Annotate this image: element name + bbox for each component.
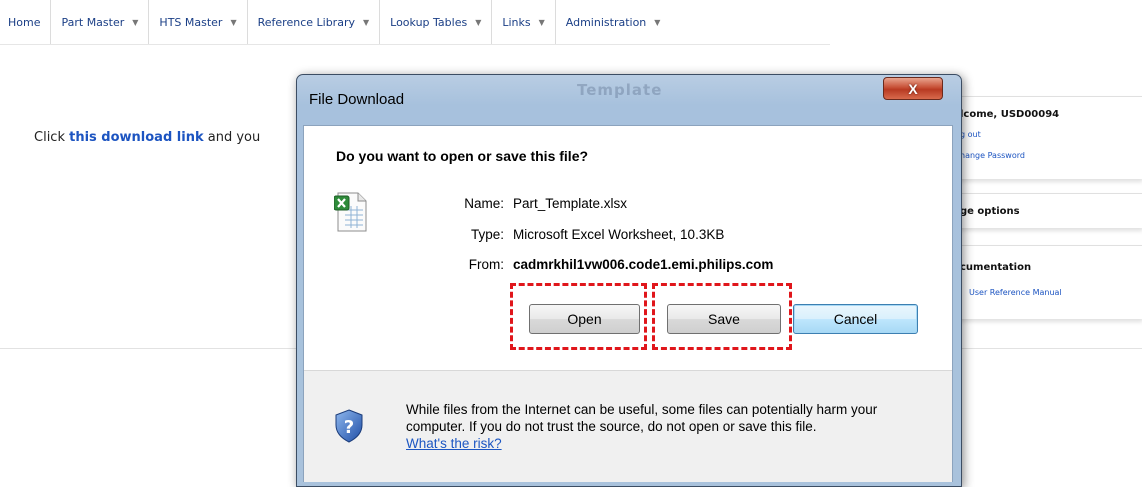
name-value: Part_Template.xlsx [513, 196, 628, 211]
nav-administration-label: Administration [565, 15, 647, 29]
documentation-panel: cumentation User Reference Manual [955, 245, 1142, 319]
welcome-title: lcome, USD00094 [960, 109, 1060, 120]
type-label: Type: [470, 227, 504, 242]
dialog-question: Do you want to open or save this file? [336, 148, 589, 164]
nav-lookup-tables[interactable]: Lookup Tables ▼ [380, 0, 493, 44]
instruction-text-before: Click [34, 130, 70, 145]
shield-icon: ? [334, 409, 364, 447]
file-download-dialog: Template File Download X Do you want to … [296, 74, 962, 487]
welcome-panel: lcome, USD00094 g out hange Password [955, 96, 1142, 179]
nav-hts-master[interactable]: HTS Master ▼ [149, 0, 248, 44]
nav-reference-library-label: Reference Library [257, 15, 355, 29]
top-nav: Home Part Master ▼ HTS Master ▼ Referenc… [0, 0, 830, 45]
chevron-down-icon: ▼ [475, 17, 482, 27]
user-manual-link[interactable]: User Reference Manual [956, 288, 1142, 297]
dialog-main-section: Do you want to open or save this file? N… [304, 126, 952, 370]
name-label: Name: [464, 196, 504, 211]
open-button-label: Open [567, 311, 602, 327]
dialog-warning-section: ? While files from the Internet can be u… [304, 370, 952, 482]
download-instruction: Click this download link and you [34, 130, 260, 145]
nav-home[interactable]: Home [0, 0, 52, 44]
close-button[interactable]: X [883, 77, 943, 100]
save-button[interactable]: Save [667, 304, 781, 334]
page-options-title[interactable]: ge options [956, 206, 1142, 217]
download-link[interactable]: this download link [69, 130, 204, 145]
nav-hts-master-label: HTS Master [159, 15, 223, 29]
page-options-panel: ge options [955, 193, 1142, 228]
from-value: cadmrkhil1vw006.code1.emi.philips.com [513, 257, 774, 272]
instruction-text-after: and you [203, 130, 261, 145]
chevron-down-icon: ▼ [132, 17, 139, 27]
chevron-down-icon: ▼ [362, 17, 370, 27]
documentation-title: cumentation [960, 262, 1032, 273]
chevron-down-icon: ▼ [654, 17, 661, 27]
open-button[interactable]: Open [529, 304, 640, 334]
nav-lookup-tables-label: Lookup Tables [390, 15, 468, 29]
nav-part-master-label: Part Master [61, 15, 125, 29]
nav-reference-library[interactable]: Reference Library ▼ [248, 0, 381, 44]
save-button-label: Save [708, 311, 740, 327]
close-icon: X [908, 80, 918, 97]
nav-part-master[interactable]: Part Master ▼ [51, 0, 150, 44]
chevron-down-icon: ▼ [230, 17, 237, 27]
chevron-down-icon: ▼ [538, 17, 545, 27]
nav-home-label: Home [8, 15, 41, 29]
svg-text:?: ? [344, 417, 354, 438]
excel-file-icon [333, 192, 368, 236]
dialog-title-bar[interactable]: Template File Download X [297, 75, 961, 123]
cancel-button[interactable]: Cancel [793, 304, 918, 334]
cancel-button-label: Cancel [833, 311, 878, 327]
nav-links-label: Links [502, 15, 531, 29]
dialog-body: Do you want to open or save this file? N… [303, 125, 953, 482]
warning-text: While files from the Internet can be use… [406, 402, 878, 434]
ghost-window-title: Template [577, 81, 663, 99]
dialog-title: File Download [309, 91, 405, 108]
change-password-link[interactable]: hange Password [956, 151, 1142, 160]
from-label: From: [468, 257, 504, 272]
nav-links[interactable]: Links ▼ [492, 0, 556, 44]
whats-the-risk-link[interactable]: What's the risk? [406, 436, 502, 451]
logout-link[interactable]: g out [956, 130, 1142, 139]
type-value: Microsoft Excel Worksheet, 10.3KB [513, 227, 725, 242]
warning-message: While files from the Internet can be use… [406, 401, 936, 452]
nav-administration[interactable]: Administration ▼ [556, 0, 671, 44]
